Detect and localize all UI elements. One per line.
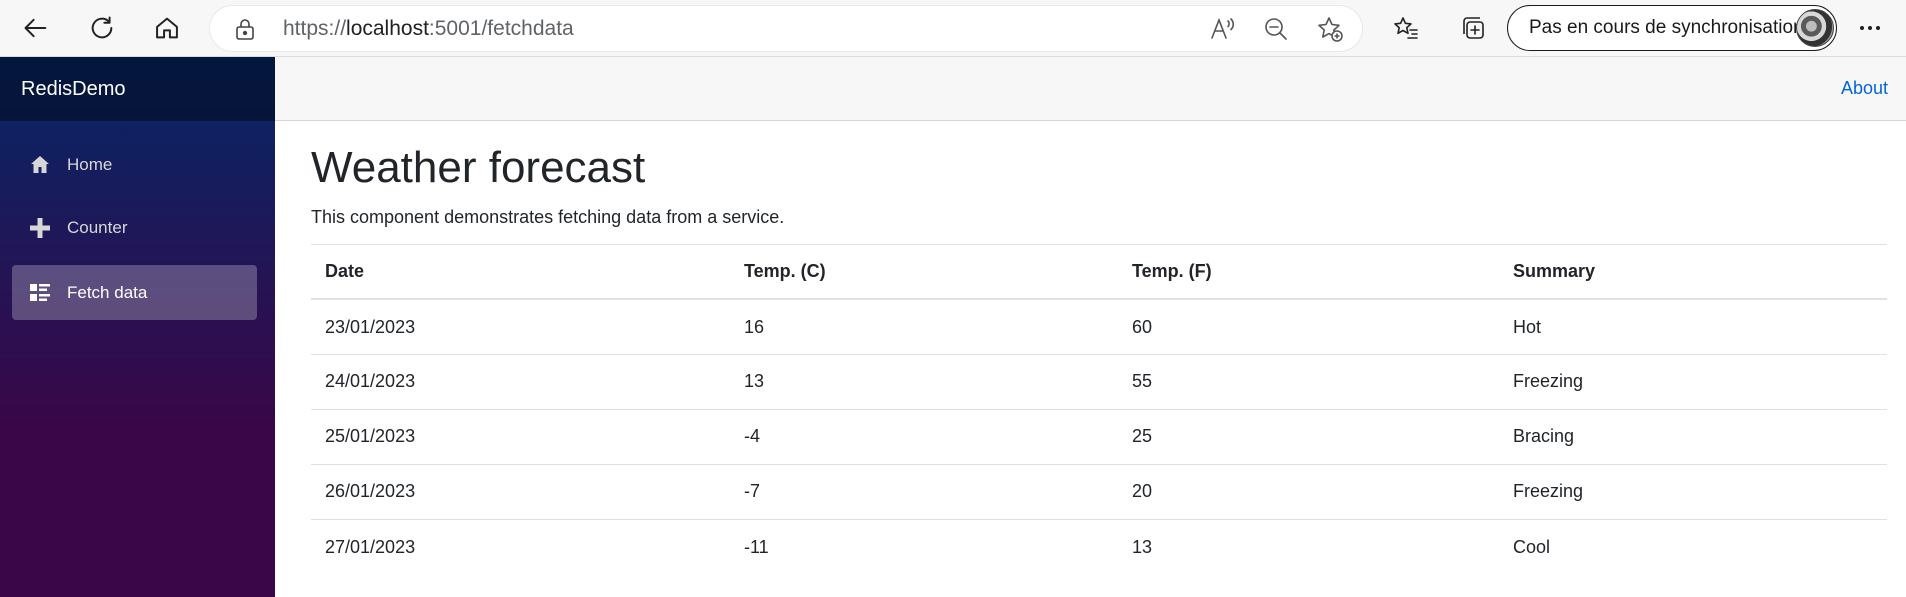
cell-temp-c: 16 xyxy=(730,298,1118,355)
cell-summary: Cool xyxy=(1499,518,1887,575)
sidebar-item-counter[interactable]: Counter xyxy=(12,200,257,255)
table-header-row: Date Temp. (C) Temp. (F) Summary xyxy=(311,243,1887,301)
table-row: 26/01/2023 -7 20 Freezing xyxy=(311,463,1887,520)
home-icon xyxy=(156,17,178,39)
sidebar-item-label: Counter xyxy=(67,217,128,237)
back-arrow-icon xyxy=(24,18,47,38)
cell-temp-c: -11 xyxy=(730,518,1118,575)
cell-temp-c: -4 xyxy=(730,408,1118,465)
cell-date: 25/01/2023 xyxy=(311,408,730,465)
cell-temp-c: 13 xyxy=(730,353,1118,410)
collections-button[interactable] xyxy=(1455,10,1491,46)
browser-toolbar: https://localhost:5001/fetchdata Pas en … xyxy=(0,0,1906,57)
cell-temp-f: 55 xyxy=(1118,353,1499,410)
cell-date: 27/01/2023 xyxy=(311,518,730,575)
column-header-temp-c: Temp. (C) xyxy=(730,243,1118,301)
table-row: 24/01/2023 13 55 Freezing xyxy=(311,353,1887,410)
cell-temp-f: 60 xyxy=(1118,298,1499,355)
table-row: 23/01/2023 16 60 Hot xyxy=(311,298,1887,355)
column-header-summary: Summary xyxy=(1499,243,1887,301)
cell-date: 24/01/2023 xyxy=(311,353,730,410)
cell-date: 23/01/2023 xyxy=(311,298,730,355)
collections-icon xyxy=(1463,17,1484,39)
address-bar[interactable]: https://localhost:5001/fetchdata xyxy=(210,6,1362,51)
favorites-button[interactable] xyxy=(1388,10,1424,46)
more-icon xyxy=(1860,26,1864,30)
column-header-date: Date xyxy=(311,243,730,301)
table-row: 25/01/2023 -4 25 Bracing xyxy=(311,408,1887,465)
url-text[interactable]: https://localhost:5001/fetchdata xyxy=(283,17,574,41)
brand-link[interactable]: RedisDemo xyxy=(0,57,275,121)
sidebar-item-label: Home xyxy=(67,154,113,174)
list-rich-icon xyxy=(29,282,51,304)
lock-icon[interactable] xyxy=(234,17,256,41)
brand-name: RedisDemo xyxy=(21,77,126,100)
cell-date: 26/01/2023 xyxy=(311,463,730,520)
cell-temp-f: 25 xyxy=(1118,408,1499,465)
avatar xyxy=(1796,9,1834,47)
cell-summary: Freezing xyxy=(1499,353,1887,410)
refresh-icon xyxy=(91,16,113,39)
sidebar-item-label: Fetch data xyxy=(67,282,148,302)
read-aloud-icon[interactable] xyxy=(1208,15,1236,43)
main-content: Weather forecast This component demonstr… xyxy=(311,121,1887,575)
cell-temp-c: -7 xyxy=(730,463,1118,520)
back-button[interactable] xyxy=(16,8,56,48)
sidebar: RedisDemo Home Counter Fetch data xyxy=(0,57,275,597)
zoom-out-icon[interactable] xyxy=(1262,15,1290,43)
add-favorite-icon[interactable] xyxy=(1316,15,1344,43)
refresh-button[interactable] xyxy=(82,8,122,48)
page-title: Weather forecast xyxy=(311,143,646,192)
column-header-temp-f: Temp. (F) xyxy=(1118,243,1499,301)
table-row: 27/01/2023 -11 13 Cool xyxy=(311,518,1887,575)
sidebar-item-home[interactable]: Home xyxy=(12,137,257,192)
favorites-icon xyxy=(1394,17,1418,39)
top-row: About xyxy=(275,57,1906,121)
plus-icon xyxy=(29,217,51,239)
about-link[interactable]: About xyxy=(1841,78,1888,99)
page-description: This component demonstrates fetching dat… xyxy=(311,206,785,227)
cell-summary: Bracing xyxy=(1499,408,1887,465)
cell-temp-f: 20 xyxy=(1118,463,1499,520)
cell-summary: Hot xyxy=(1499,298,1887,355)
cell-summary: Freezing xyxy=(1499,463,1887,520)
more-menu-button[interactable] xyxy=(1850,10,1890,46)
profile-sync-button[interactable]: Pas en cours de synchronisation xyxy=(1507,5,1837,51)
sidebar-item-fetch-data[interactable]: Fetch data xyxy=(12,265,257,320)
forecast-table: Date Temp. (C) Temp. (F) Summary 23/01/2… xyxy=(311,243,1887,575)
sync-status-label: Pas en cours de synchronisation xyxy=(1529,17,1804,38)
home-icon xyxy=(29,154,51,176)
browser-home-button[interactable] xyxy=(147,8,187,48)
cell-temp-f: 13 xyxy=(1118,518,1499,575)
